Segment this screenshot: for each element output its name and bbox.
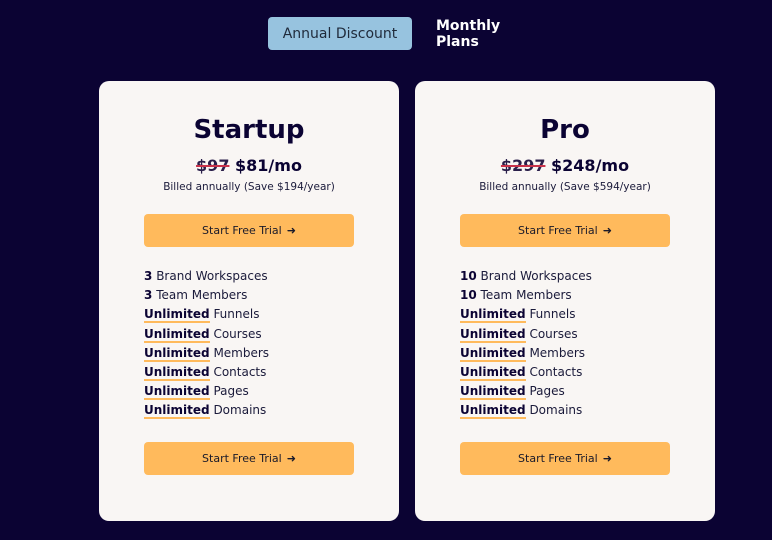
feature-item: 10 Brand Workspaces	[460, 267, 592, 286]
start-free-trial-button[interactable]: Start Free Trial ➜	[144, 214, 354, 247]
feature-qty: Unlimited	[144, 364, 210, 381]
feature-item: Unlimited Pages	[144, 382, 269, 401]
arrow-right-icon: ➜	[286, 224, 296, 237]
feature-label: Funnels	[529, 307, 576, 322]
feature-qty: Unlimited	[144, 326, 210, 343]
feature-item: Unlimited Courses	[460, 325, 592, 344]
feature-item: 10 Team Members	[460, 286, 592, 305]
feature-label: Team Members	[156, 288, 248, 303]
feature-label: Domains	[529, 403, 583, 418]
feature-item: Unlimited Contacts	[144, 363, 269, 382]
feature-item: Unlimited Members	[460, 344, 592, 363]
new-price: $248/mo	[551, 156, 630, 175]
feature-qty: Unlimited	[460, 326, 526, 343]
feature-item: Unlimited Domains	[144, 401, 269, 420]
billing-toggle: Annual Discount Monthly Plans	[268, 17, 532, 50]
feature-label: Members	[529, 345, 586, 360]
feature-label: Pages	[213, 384, 249, 399]
old-price: $297	[500, 156, 546, 175]
billing-note: Billed annually (Save $194/year)	[163, 181, 335, 193]
feature-item: 3 Team Members	[144, 286, 269, 305]
feature-qty: Unlimited	[460, 384, 526, 401]
tab-annual-discount[interactable]: Annual Discount	[268, 17, 412, 50]
feature-item: 3 Brand Workspaces	[144, 267, 269, 286]
feature-qty: 3	[144, 288, 153, 303]
cta-label: Start Free Trial	[202, 452, 282, 465]
feature-label: Brand Workspaces	[156, 269, 268, 283]
old-price: $97	[196, 156, 230, 175]
feature-qty: Unlimited	[144, 403, 210, 420]
feature-label: Team Members	[480, 288, 572, 303]
cta-label: Start Free Trial	[518, 452, 598, 465]
feature-item: Unlimited Members	[144, 344, 269, 363]
feature-label: Courses	[213, 326, 262, 341]
cta-label: Start Free Trial	[202, 224, 282, 237]
arrow-right-icon: ➜	[286, 452, 296, 465]
feature-label: Contacts	[529, 364, 583, 379]
plan-title: Pro	[540, 115, 590, 145]
arrow-right-icon: ➜	[602, 452, 612, 465]
feature-qty: Unlimited	[460, 403, 526, 420]
feature-label: Funnels	[213, 307, 260, 322]
feature-item: Unlimited Funnels	[144, 305, 269, 324]
feature-label: Brand Workspaces	[480, 269, 592, 283]
feature-list: 10 Brand Workspaces 10 Team Members Unli…	[460, 267, 592, 421]
start-free-trial-button[interactable]: Start Free Trial ➜	[460, 214, 670, 247]
feature-item: Unlimited Funnels	[460, 305, 592, 324]
feature-qty: 10	[460, 269, 477, 283]
feature-qty: 10	[460, 288, 477, 303]
start-free-trial-button-bottom[interactable]: Start Free Trial ➜	[460, 442, 670, 475]
price-line: $97 $81/mo	[99, 156, 399, 175]
feature-qty: Unlimited	[460, 364, 526, 381]
feature-qty: Unlimited	[144, 307, 210, 324]
feature-item: Unlimited Domains	[460, 401, 592, 420]
feature-label: Members	[213, 345, 270, 360]
plan-card-pro: Pro $297 $248/mo Billed annually (Save $…	[415, 81, 715, 521]
arrow-right-icon: ➜	[602, 224, 612, 237]
feature-item: Unlimited Pages	[460, 382, 592, 401]
feature-qty: 3	[144, 269, 153, 283]
feature-qty: Unlimited	[144, 384, 210, 401]
feature-label: Contacts	[213, 364, 267, 379]
feature-item: Unlimited Courses	[144, 325, 269, 344]
start-free-trial-button-bottom[interactable]: Start Free Trial ➜	[144, 442, 354, 475]
feature-label: Courses	[529, 326, 578, 341]
feature-item: Unlimited Contacts	[460, 363, 592, 382]
plan-card-startup: Startup $97 $81/mo Billed annually (Save…	[99, 81, 399, 521]
feature-label: Domains	[213, 403, 267, 418]
cta-label: Start Free Trial	[518, 224, 598, 237]
new-price: $81/mo	[235, 156, 302, 175]
feature-label: Pages	[529, 384, 565, 399]
price-line: $297 $248/mo	[415, 156, 715, 175]
plan-title: Startup	[193, 115, 305, 145]
tab-monthly-plans[interactable]: Monthly Plans	[422, 17, 532, 50]
billing-note: Billed annually (Save $594/year)	[479, 181, 651, 193]
feature-qty: Unlimited	[460, 307, 526, 324]
feature-list: 3 Brand Workspaces 3 Team Members Unlimi…	[144, 267, 269, 421]
feature-qty: Unlimited	[144, 345, 210, 362]
feature-qty: Unlimited	[460, 345, 526, 362]
